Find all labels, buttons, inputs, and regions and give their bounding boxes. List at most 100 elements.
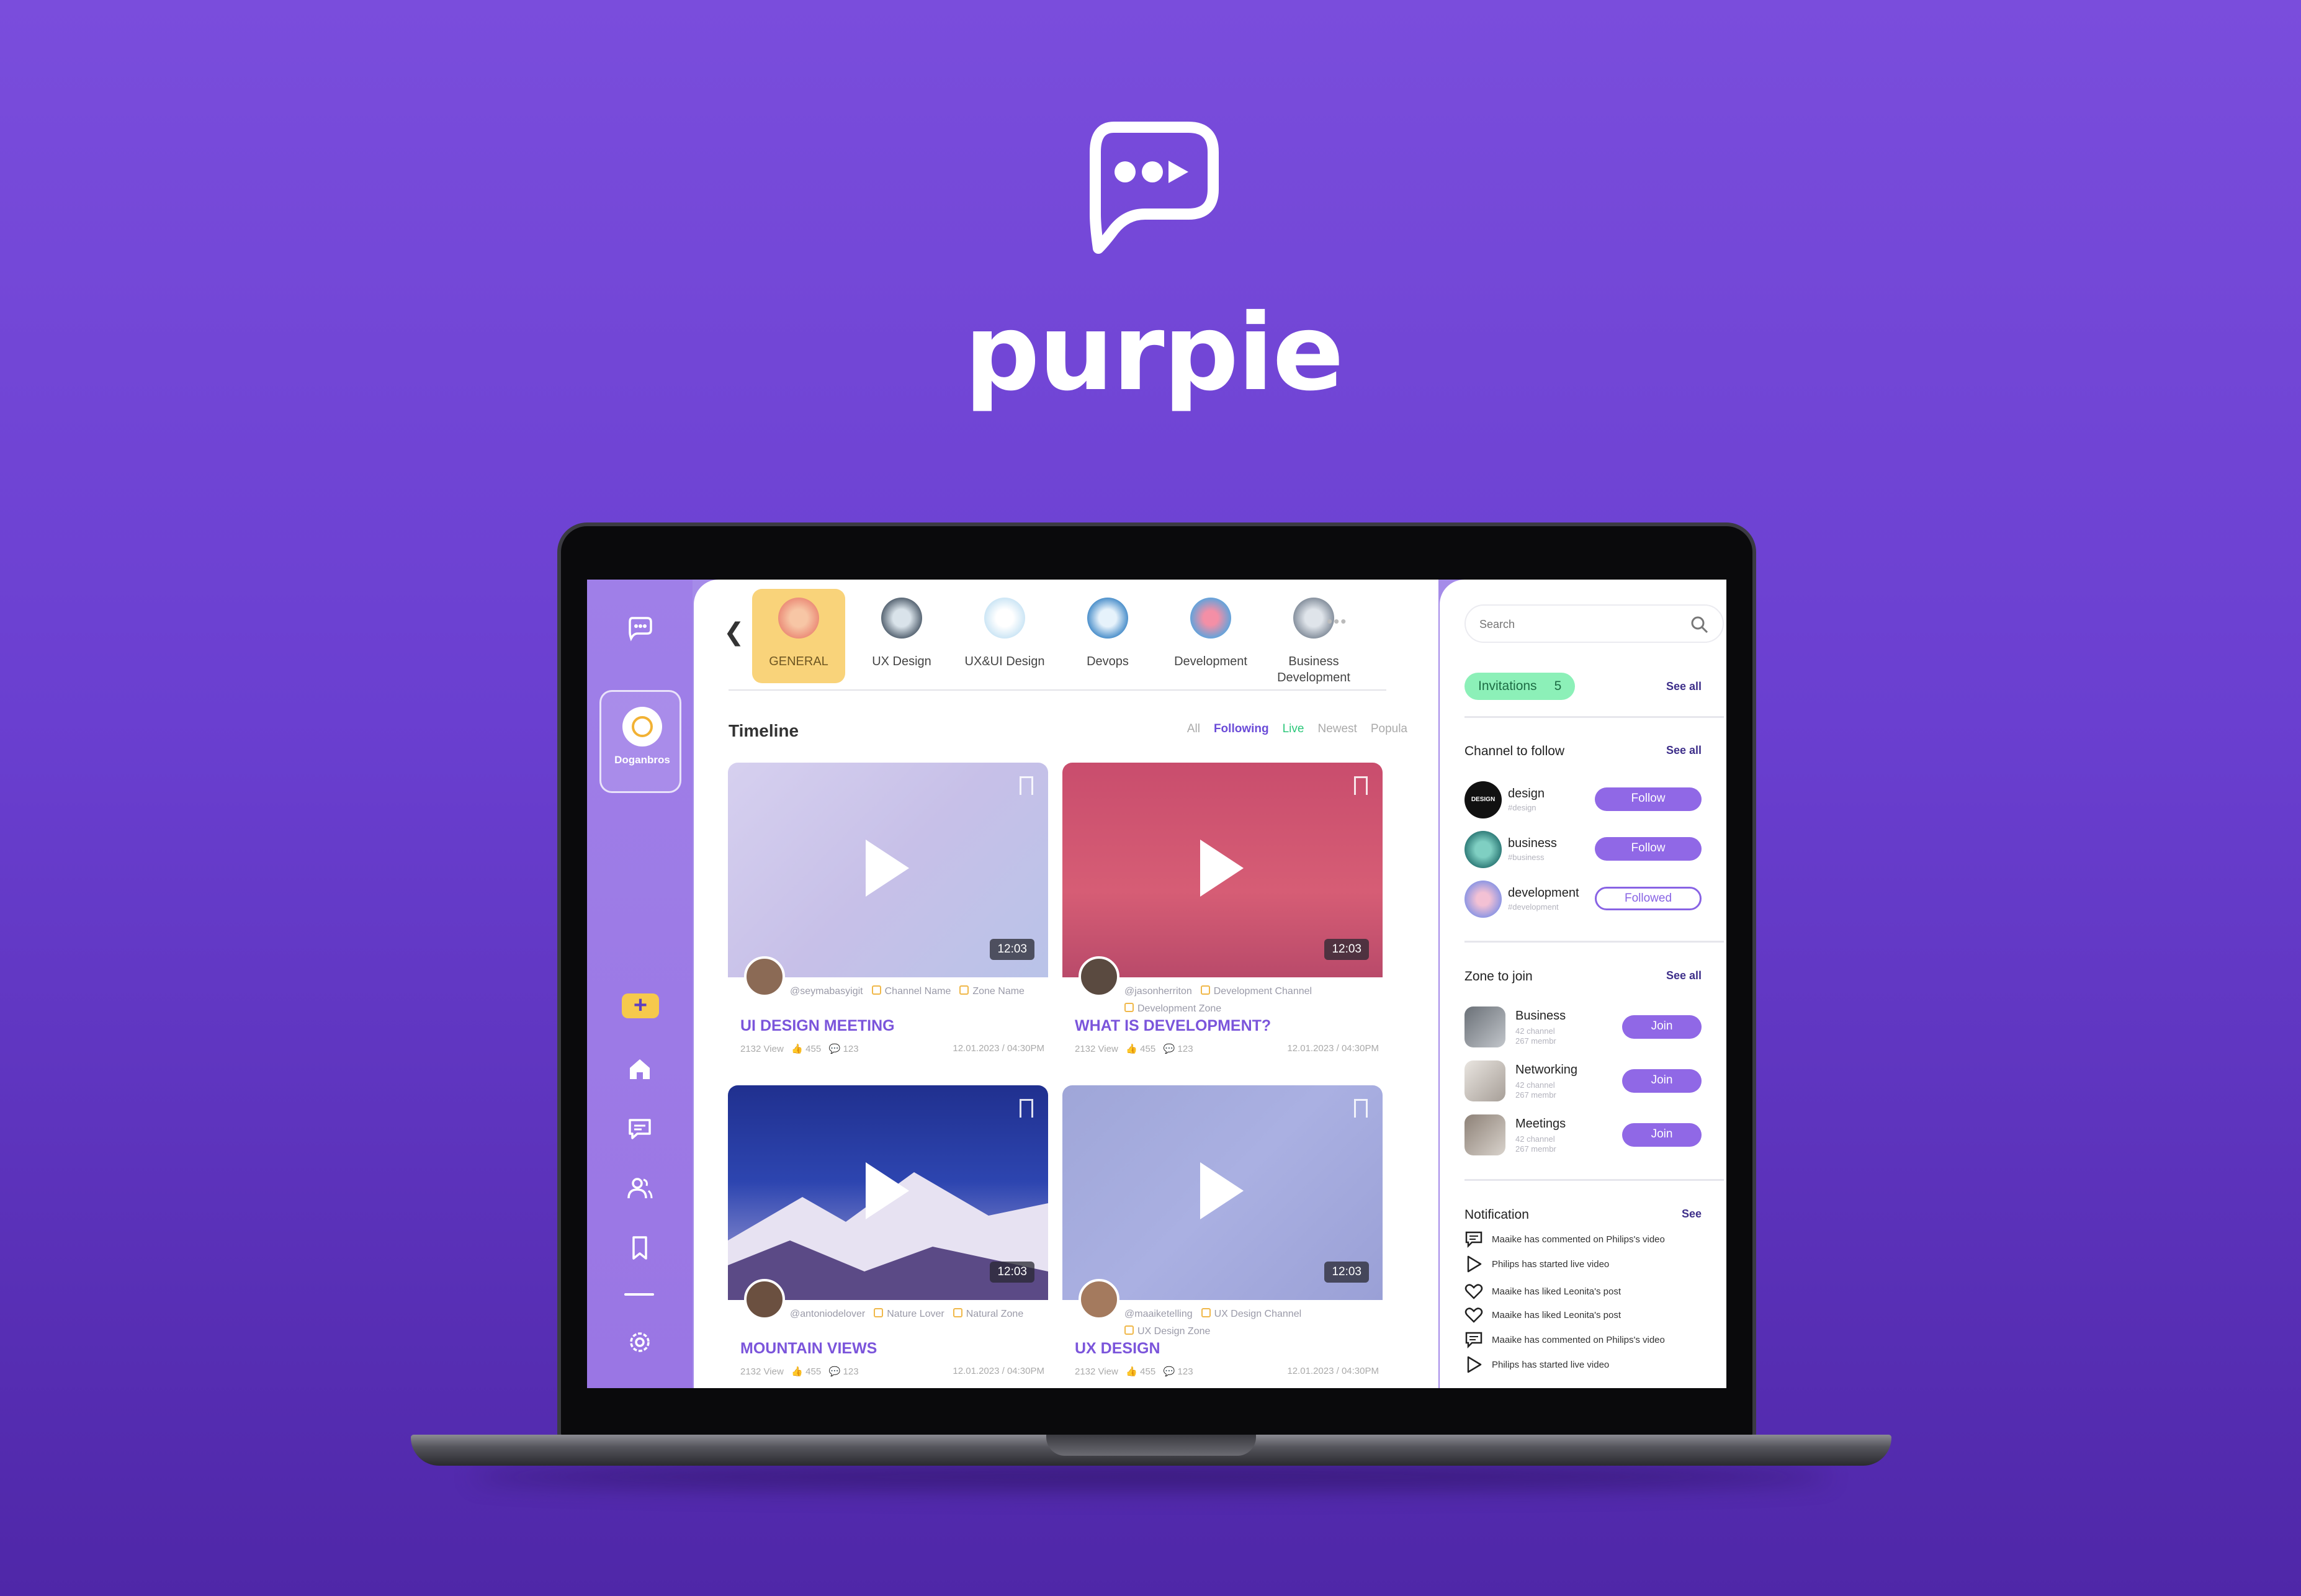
settings-icon[interactable] [623, 1325, 657, 1359]
notification-item[interactable]: Philips has started live video [1464, 1355, 1609, 1374]
notification-item[interactable]: Maaike has commented on Philips's video [1464, 1330, 1665, 1349]
play-icon[interactable] [1200, 840, 1244, 897]
followed-button[interactable]: Followed [1595, 887, 1702, 910]
notification-item[interactable]: Maaike has liked Leonita's post [1464, 1306, 1621, 1324]
view-count: 2132 View [1075, 1366, 1118, 1377]
play-icon [1467, 1255, 1482, 1273]
search-input[interactable] [1479, 614, 1678, 634]
category-general[interactable]: GENERAL [752, 589, 845, 683]
video-thumbnail[interactable]: 12:03 [1062, 763, 1383, 977]
follow-button[interactable]: Follow [1595, 787, 1702, 811]
channel-name[interactable]: design [1508, 787, 1545, 801]
play-icon[interactable] [866, 840, 909, 897]
filter-all[interactable]: All [1187, 722, 1200, 736]
zones-see-all[interactable]: See all [1666, 969, 1702, 982]
notification-item[interactable]: Philips has started live video [1464, 1255, 1609, 1273]
join-button[interactable]: Join [1622, 1123, 1702, 1147]
people-icon[interactable] [623, 1172, 657, 1205]
divider [1464, 941, 1724, 943]
join-button[interactable]: Join [1622, 1015, 1702, 1039]
follow-button[interactable]: Follow [1595, 837, 1702, 861]
back-chevron-icon[interactable]: ❮ [724, 618, 745, 647]
username[interactable]: @antoniodelover [790, 1309, 865, 1319]
category-development[interactable]: Development [1164, 589, 1257, 683]
bookmark-icon[interactable] [1020, 1099, 1033, 1118]
video-title[interactable]: UI DESIGN MEETING [740, 1017, 895, 1035]
play-icon[interactable] [866, 1162, 909, 1219]
heart-icon [1464, 1284, 1483, 1299]
video-thumbnail[interactable]: 12:03 [728, 763, 1048, 977]
channels-see-all[interactable]: See all [1666, 744, 1702, 757]
video-card[interactable]: 12:03 @maaiketelling UX Design Channel UX … [1062, 1085, 1383, 1388]
video-thumbnail[interactable]: 12:03 [728, 1085, 1048, 1300]
username[interactable]: @seymabasyigit [790, 986, 863, 997]
channel-name[interactable]: business [1508, 836, 1557, 851]
username[interactable]: @jasonherriton [1124, 986, 1192, 997]
search-box[interactable] [1464, 604, 1724, 643]
zone-image[interactable] [1464, 1114, 1505, 1155]
category-ux-design[interactable]: UX Design [855, 589, 948, 683]
bookmark-icon[interactable] [1020, 776, 1033, 795]
video-stats: 2132 View 👍 455 💬 123 12.01.2023 / 04:30P… [740, 1366, 1044, 1377]
notification-item[interactable]: Maaike has commented on Philips's video [1464, 1230, 1665, 1249]
play-icon[interactable] [1200, 1162, 1244, 1219]
app-logo-icon[interactable] [623, 612, 657, 645]
zone-image[interactable] [1464, 1006, 1505, 1047]
video-thumbnail[interactable]: 12:03 [1062, 1085, 1383, 1300]
filter-following[interactable]: Following [1214, 722, 1269, 736]
profile-card[interactable]: Doganbros [599, 690, 681, 793]
user-avatar[interactable] [744, 1279, 785, 1320]
video-title[interactable]: UX DESIGN [1075, 1340, 1160, 1358]
zone-name[interactable]: Business [1515, 1009, 1566, 1023]
invitations-badge[interactable]: Invitations 5 [1464, 673, 1576, 700]
zone-name[interactable]: UX Design Zone [1116, 1326, 1210, 1337]
bookmark-icon[interactable] [1354, 1099, 1368, 1118]
category-thumbnail [778, 598, 819, 639]
zone-image[interactable] [1464, 1060, 1505, 1101]
channel-avatar[interactable] [1464, 831, 1502, 868]
more-dots-icon[interactable]: ••• [1327, 612, 1347, 631]
channel-name[interactable]: Nature Lover [865, 1309, 944, 1319]
video-title[interactable]: WHAT IS DEVELOPMENT? [1075, 1017, 1271, 1035]
notifications-see[interactable]: See [1682, 1208, 1702, 1221]
video-card[interactable]: 12:03 @jasonherriton Development Channel D… [1062, 763, 1383, 1073]
home-icon[interactable] [623, 1052, 657, 1086]
messages-icon[interactable] [623, 1112, 657, 1145]
bookmark-icon[interactable] [1354, 776, 1368, 795]
filter-newest[interactable]: Newest [1317, 722, 1357, 736]
user-avatar[interactable] [1079, 956, 1119, 997]
invitations-see-all[interactable]: See all [1666, 680, 1702, 693]
category-label: UX Design [872, 655, 931, 668]
video-meta: @maaiketelling UX Design Channel UX Design… [1124, 1306, 1385, 1340]
category-devops[interactable]: Devops [1061, 589, 1154, 683]
zone-name[interactable]: Development Zone [1116, 1003, 1221, 1014]
search-icon[interactable] [1690, 616, 1709, 634]
category-business-development[interactable]: Business Development [1267, 589, 1360, 684]
video-date: 12.01.2023 / 04:30PM [1287, 1043, 1379, 1054]
channel-name[interactable]: UX Design Channel [1193, 1309, 1302, 1319]
channel-name[interactable]: development [1508, 886, 1579, 900]
filter-live[interactable]: Live [1283, 722, 1304, 736]
laptop-notch [1046, 1435, 1256, 1456]
filter-popular[interactable]: Popula [1371, 722, 1407, 736]
channel-avatar[interactable]: DESIGN [1464, 781, 1502, 818]
notification-item[interactable]: Maaike has liked Leonita's post [1464, 1282, 1621, 1301]
zone-name[interactable]: Meetings [1515, 1117, 1566, 1131]
category-ux-ui-design[interactable]: UX&UI Design [958, 589, 1051, 683]
zone-name[interactable]: Natural Zone [944, 1309, 1024, 1319]
video-card[interactable]: 12:03 @seymabasyigit Channel Name Zone Nam… [728, 763, 1048, 1073]
video-card[interactable]: 12:03 @antoniodelover Nature Lover Natural… [728, 1085, 1048, 1388]
channel-avatar[interactable] [1464, 881, 1502, 918]
channel-name[interactable]: Development Channel [1192, 986, 1312, 997]
channel-name[interactable]: Channel Name [863, 986, 951, 997]
join-button[interactable]: Join [1622, 1069, 1702, 1093]
user-avatar[interactable] [1079, 1279, 1119, 1320]
username[interactable]: @maaiketelling [1124, 1309, 1193, 1319]
zone-name[interactable]: Networking [1515, 1063, 1577, 1077]
bookmark-icon[interactable] [623, 1231, 657, 1265]
user-avatar[interactable] [744, 956, 785, 997]
add-button[interactable]: + [622, 993, 659, 1018]
video-title[interactable]: MOUNTAIN VIEWS [740, 1340, 877, 1358]
video-duration: 12:03 [990, 939, 1034, 960]
zone-name[interactable]: Zone Name [951, 986, 1025, 997]
